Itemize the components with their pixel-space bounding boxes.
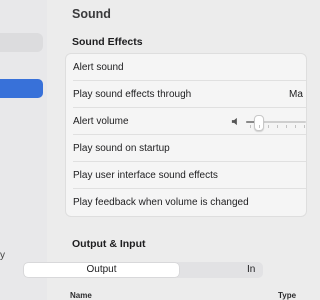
- tab-input[interactable]: In: [247, 263, 277, 277]
- output-device-popup[interactable]: Ma: [289, 89, 303, 100]
- slider-tick: [277, 125, 278, 128]
- sidebar: y: [0, 0, 47, 300]
- column-header-type[interactable]: Type: [278, 291, 296, 300]
- speaker-icon: [231, 117, 237, 126]
- row-play-sound-on-startup[interactable]: Play sound on startup: [66, 135, 306, 162]
- slider-tick: [259, 125, 260, 128]
- row-label: Play user interface sound effects: [73, 170, 218, 181]
- device-table-header: Name Type: [65, 288, 305, 300]
- row-alert-volume: Alert volume: [66, 108, 306, 135]
- section-title-sound-effects: Sound Effects: [72, 36, 143, 48]
- sound-effects-group: Alert sound Play sound effects through M…: [65, 53, 307, 217]
- row-alert-sound[interactable]: Alert sound: [66, 54, 306, 81]
- row-label: Alert sound: [73, 62, 124, 73]
- slider-tick: [286, 125, 287, 128]
- slider-tick: [268, 125, 269, 128]
- sidebar-item-label-partial: y: [0, 250, 5, 261]
- sidebar-search-field[interactable]: [0, 33, 43, 52]
- tab-output[interactable]: Output: [24, 263, 179, 277]
- slider-tick: [304, 125, 305, 128]
- page-title: Sound: [72, 7, 111, 21]
- row-ui-sound-effects[interactable]: Play user interface sound effects: [66, 162, 306, 189]
- slider-tick: [250, 125, 251, 128]
- alert-volume-slider-knob[interactable]: [254, 115, 264, 131]
- column-header-name[interactable]: Name: [70, 291, 92, 300]
- row-sound-output-device[interactable]: Play sound effects through Ma: [66, 81, 306, 108]
- section-title-output-input: Output & Input: [72, 238, 146, 250]
- settings-pane: Sound Sound Effects Alert sound Play sou…: [47, 0, 307, 300]
- sidebar-item-selected[interactable]: [0, 79, 43, 98]
- row-label: Play sound effects through: [73, 89, 192, 100]
- row-volume-feedback[interactable]: Play feedback when volume is changed: [66, 189, 306, 216]
- slider-tick: [295, 125, 296, 128]
- row-label: Play feedback when volume is changed: [73, 197, 249, 208]
- row-label: Alert volume: [73, 116, 129, 127]
- row-label: Play sound on startup: [73, 143, 170, 154]
- output-input-tabs: Output In: [23, 262, 263, 278]
